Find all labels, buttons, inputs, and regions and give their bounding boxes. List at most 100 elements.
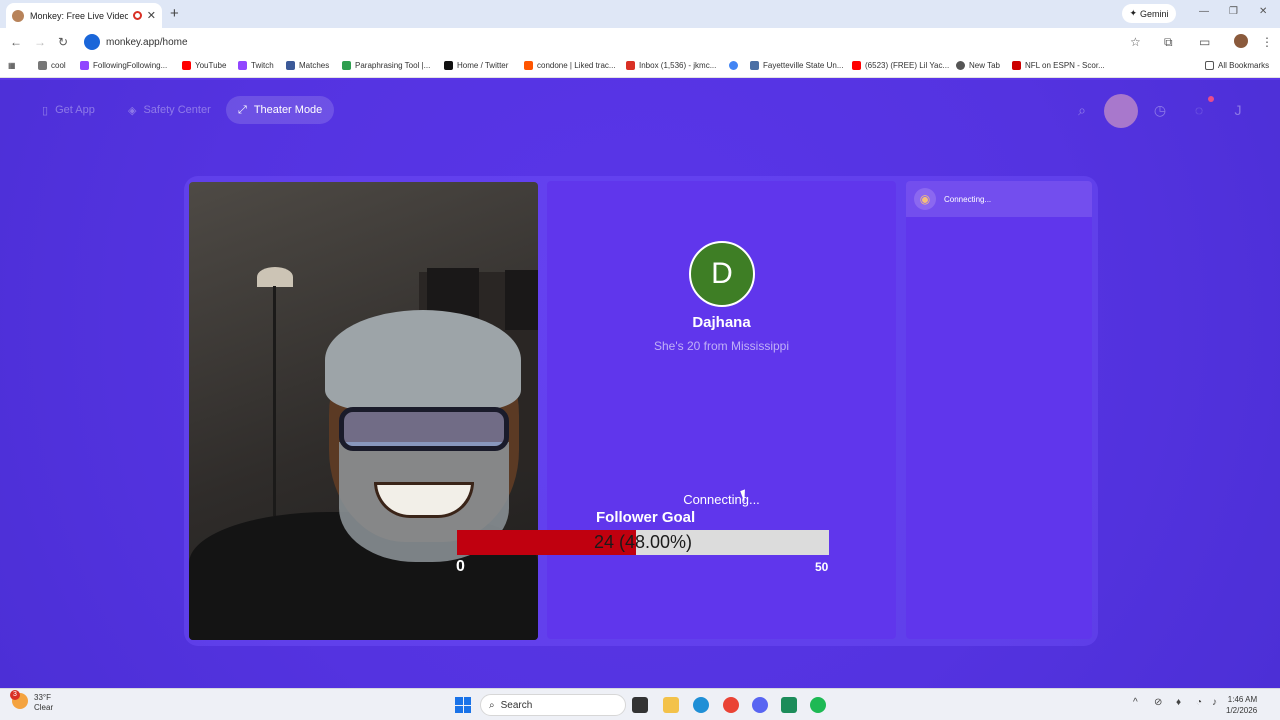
get-app-button[interactable]: ▯ Get App [30,96,107,124]
youtube-icon [852,61,861,70]
search-icon[interactable]: ⌕ [1072,100,1092,120]
theater-mode-label: Theater Mode [253,104,323,116]
volume-icon[interactable]: ♪ [1212,697,1217,708]
url-text: monkey.app/home [106,36,188,48]
bookmark-favicon-icon [38,61,47,70]
clock-time: 1:46 AM [1227,695,1258,704]
clock-date: 1/2/2026 [1226,706,1258,715]
bookmarks-bar: ▦ cool FollowingFollowing... YouTube Twi… [0,56,1280,78]
url-field[interactable]: monkey.app/home [82,32,1154,52]
recording-icon [132,11,142,20]
weather-desc: Clear [34,703,54,712]
bookmark-item[interactable]: FollowingFollowing... [80,61,167,70]
wifi-icon[interactable]: ◔ [1196,697,1202,708]
weather-temp: 33°F [34,693,51,702]
bookmark-favicon-icon [80,61,89,70]
extensions-icon[interactable]: ⧉ [1164,35,1173,50]
history-clock-icon[interactable]: ◷ [1150,100,1170,120]
bookmark-item[interactable]: condone | Liked trac... [524,61,616,70]
match-description: She's 20 from Mississippi [654,339,789,353]
side-panel-icon[interactable]: ▭ [1199,35,1210,49]
connecting-status: Connecting... [683,492,760,507]
address-bar-row: ← → ↻ monkey.app/home ☆ ⧉ ▭ ⋮ [0,28,1280,56]
all-bookmarks-button[interactable]: All Bookmarks [1205,61,1269,70]
google-icon [729,61,738,70]
task-view-icon[interactable] [632,697,648,713]
spotify-icon[interactable] [810,697,826,713]
chat-panel [906,181,1092,639]
reload-icon[interactable]: ↻ [58,35,68,49]
soundcloud-icon [524,61,533,70]
weather-badge: 3 [10,690,20,700]
get-app-label: Get App [55,104,95,116]
browser-profile-avatar[interactable] [1234,34,1248,48]
espn-icon [1012,61,1021,70]
minimize-icon[interactable]: — [1199,6,1209,17]
new-tab-button[interactable]: + [170,5,179,22]
edge-icon[interactable] [693,697,709,713]
follower-goal-max: 50 [815,560,829,574]
chat-status: Connecting... [944,194,992,204]
x-twitter-icon [444,61,453,70]
bookmark-favicon-icon [286,61,295,70]
bookmark-star-icon[interactable]: ☆ [1130,35,1141,49]
browser-tab[interactable]: Monkey: Free Live Video Ch ✕ [6,3,162,28]
gmail-icon [626,61,635,70]
follower-goal-min: 0 [456,558,465,575]
taskbar-clock[interactable]: 1:46 AM 1/2/2026 [1226,694,1257,716]
bookmark-item[interactable]: Matches [286,61,329,70]
bookmark-item[interactable]: Home / Twitter [444,61,508,70]
chat-bubble-icon[interactable]: ◌ [1189,100,1209,120]
bookmark-item[interactable]: New Tab [956,61,1000,70]
follower-goal-text: 24 (48.00%) [593,532,693,552]
back-icon[interactable]: ← [10,35,22,49]
safety-center-button[interactable]: ◈ Safety Center [116,96,223,124]
network-off-icon[interactable]: ⊘ [1154,697,1162,708]
follower-goal-title: Follower Goal [596,509,696,526]
menu-kebab-icon[interactable]: ⋮ [1261,35,1273,49]
bookmark-item[interactable]: Fayetteville State Un... [750,61,843,70]
monkey-avatar-icon: ◉ [914,188,936,210]
safety-center-label: Safety Center [143,104,211,116]
gemini-button[interactable]: ✦ Gemini [1122,4,1176,23]
tab-title: Monkey: Free Live Video Ch [30,10,128,21]
restore-icon[interactable]: ❐ [1229,6,1238,17]
bookmark-item[interactable]: Paraphrasing Tool |... [342,61,430,70]
theater-mode-button[interactable]: ⤢ Theater Mode [226,96,335,124]
monkey-app-page: ▯ Get App ◈ Safety Center ⤢ Theater Mode… [0,80,1280,688]
phone-icon: ▯ [42,104,49,117]
bookmark-item[interactable]: cool [38,61,66,70]
windows-taskbar: 3 33°F Clear ⌕ Search ^ ⊘ ♦ ◔ ♪ 1:46 AM … [0,688,1280,720]
bookmark-item[interactable]: YouTube [182,61,226,70]
bookmark-item[interactable]: Inbox (1,536) - jkmc... [626,61,716,70]
match-name: Dajhana [692,314,751,331]
match-avatar: D [689,241,755,307]
bookmark-item[interactable] [729,61,738,70]
self-webcam-video [189,182,538,640]
file-explorer-icon[interactable] [663,697,679,713]
bookmark-favicon-icon [750,61,759,70]
forward-icon[interactable]: → [34,35,46,49]
close-window-icon[interactable]: ✕ [1259,6,1267,17]
weather-widget[interactable]: 3 33°F Clear [10,690,54,713]
bookmark-item[interactable]: NFL on ESPN - Scor... [1012,61,1105,70]
taskbar-search[interactable]: ⌕ Search [480,694,626,716]
close-tab-icon[interactable]: ✕ [147,9,156,22]
app-icon[interactable] [781,697,797,713]
discord-icon[interactable] [752,697,768,713]
shield-icon: ◈ [128,104,137,117]
chat-header: ◉ Connecting... [906,181,1092,217]
bookmark-item[interactable]: (6523) (FREE) Lil Yac... [852,61,949,70]
profile-initial[interactable]: J [1228,100,1248,120]
tray-chevron-icon[interactable]: ^ [1133,697,1138,708]
windows-start-icon[interactable] [455,697,471,713]
twitch-icon [238,61,247,70]
bookmark-favicon-icon [342,61,351,70]
notification-dot [1208,96,1214,102]
chrome-icon[interactable] [723,697,739,713]
apps-grid-icon[interactable]: ▦ [8,61,16,70]
bookmark-item[interactable]: Twitch [238,61,274,70]
site-info-icon[interactable] [84,34,100,50]
microphone-icon[interactable]: ♦ [1176,697,1181,708]
crown-icon[interactable] [1104,94,1138,128]
